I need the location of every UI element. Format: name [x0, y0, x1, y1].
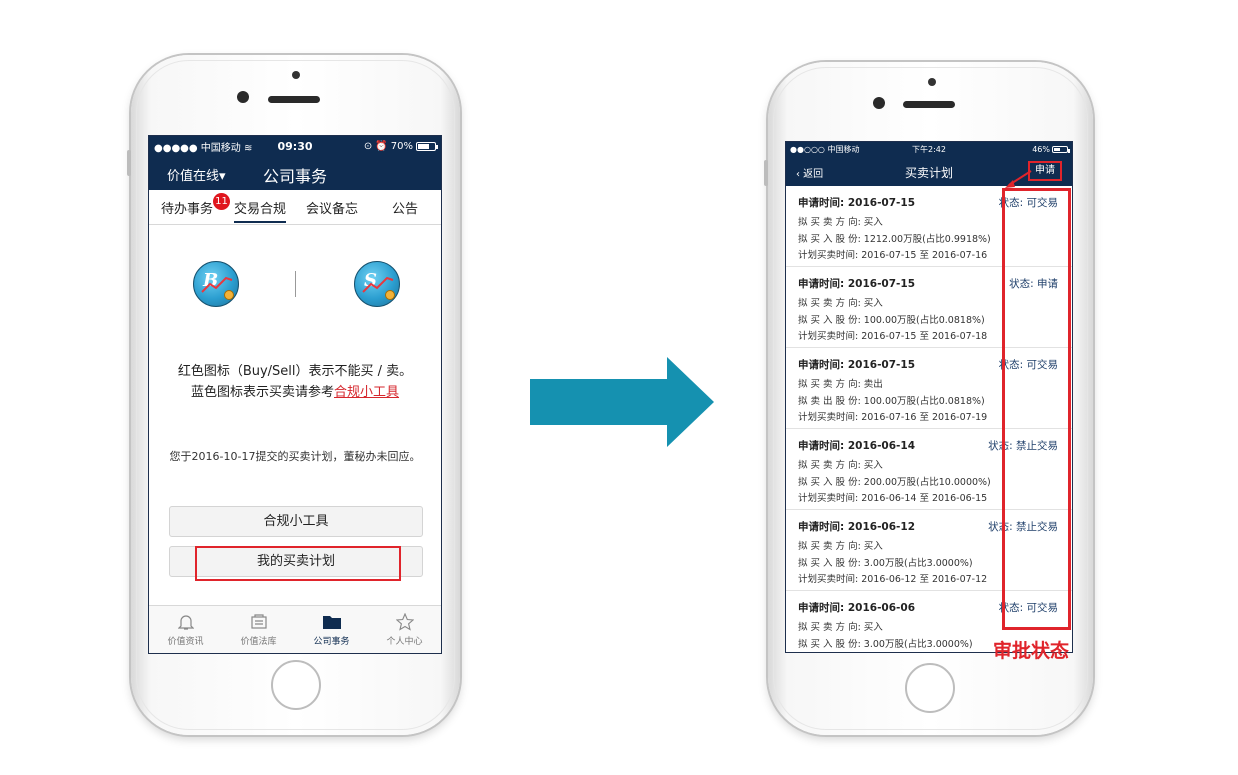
plan-period: 计划买卖时间: 2016-06-14 至 2016-06-15: [798, 493, 988, 504]
clock: 09:30: [277, 139, 313, 153]
apply-button[interactable]: 申请: [1028, 161, 1062, 181]
compliance-tool-link[interactable]: 合规小工具: [334, 385, 399, 400]
left-phone-speaker: [268, 96, 320, 103]
todo-count-badge: 11: [213, 193, 230, 210]
icon-divider: [295, 271, 296, 297]
plan-direction: 拟 买 卖 方 向: 买入: [798, 460, 883, 471]
compliance-tool-button[interactable]: 合规小工具: [169, 506, 423, 537]
tabbar-label-law: 价值法库: [240, 637, 277, 647]
tab-todo[interactable]: 待办事务: [161, 198, 213, 217]
plan-period: 计划买卖时间: 2016-07-15 至 2016-07-18: [798, 331, 988, 342]
plan-date: 申请时间: 2016-06-12: [798, 521, 916, 533]
library-icon: [222, 612, 295, 632]
approval-status-label: 审批状态: [993, 640, 1070, 662]
approval-status-highlight: [1002, 188, 1071, 630]
right-phone-camera: [873, 97, 885, 109]
tab-meeting-notes[interactable]: 会议备忘: [306, 198, 358, 217]
battery-icon: [416, 141, 438, 151]
left-phone-side-button: [127, 150, 131, 176]
status-bar: ●●○○○ 中国移动 下午2:42 46%: [786, 142, 1072, 157]
left-phone-home-button[interactable]: [271, 660, 321, 710]
plan-shares: 拟 买 入 股 份: 100.00万股(占比0.0818%): [798, 315, 985, 326]
bell-icon: [149, 612, 222, 632]
tabbar-label-profile: 个人中心: [386, 637, 423, 647]
plan-direction: 拟 买 卖 方 向: 卖出: [798, 379, 883, 390]
plan-direction: 拟 买 卖 方 向: 买入: [798, 217, 883, 228]
battery-icon: [1052, 146, 1070, 153]
page-title: 公司事务: [262, 167, 327, 186]
plan-shares: 拟 买 入 股 份: 3.00万股(占比3.0000%): [798, 639, 973, 650]
left-phone-camera: [237, 91, 249, 103]
plan-period: 计划买卖时间: 2016-06-12 至 2016-07-12: [798, 574, 988, 585]
right-phone-side-button: [764, 160, 768, 186]
plan-date: 申请时间: 2016-06-06: [798, 602, 916, 614]
icon-legend-blue: 蓝色图标表示买卖请参考合规小工具: [149, 382, 441, 403]
pointer-arrow-icon: [1005, 170, 1032, 188]
plan-shares: 拟 买 入 股 份: 200.00万股(占比10.0000%): [798, 477, 991, 488]
plan-period: 计划买卖时间: 2016-07-15 至 2016-07-16: [798, 250, 988, 261]
right-phone-sensor: [928, 78, 936, 86]
right-phone-speaker: [903, 101, 955, 108]
plan-notice: 您于2016-10-17提交的买卖计划，董秘办未回应。: [169, 450, 421, 463]
plan-direction: 拟 买 卖 方 向: 买入: [798, 298, 883, 309]
tabbar-label-company: 公司事务: [313, 637, 350, 647]
plan-period: 计划买卖时间: 2016-07-16 至 2016-07-19: [798, 412, 988, 423]
highlight-my-plan: [195, 546, 401, 581]
tabbar-label-news: 价值资讯: [167, 637, 204, 647]
buy-icon[interactable]: B: [193, 261, 239, 307]
tabbar-item-profile[interactable]: 个人中心: [368, 606, 441, 653]
status-bar: ●●●●● 中国移动 ≋ 09:30 ⊙ ⏰ 70%: [149, 136, 441, 156]
tab-announcements[interactable]: 公告: [392, 198, 418, 217]
tabbar-item-news[interactable]: 价值资讯: [149, 606, 222, 653]
right-phone-home-button[interactable]: [905, 663, 955, 713]
star-icon: [368, 612, 441, 632]
trade-icons-row: B S: [149, 261, 441, 311]
folder-icon: [295, 612, 368, 632]
plan-date: 申请时间: 2016-07-15: [798, 197, 916, 209]
tabbar-item-law[interactable]: 价值法库: [222, 606, 295, 653]
nav-bar: 价值在线▾ 公司事务: [149, 156, 441, 190]
bottom-tab-bar: 价值资讯 价值法库 公司事务 个人中心: [149, 605, 441, 653]
plan-shares: 拟 卖 出 股 份: 100.00万股(占比0.0818%): [798, 396, 985, 407]
icon-legend-red: 红色图标（Buy/Sell）表示不能买 / 卖。: [177, 364, 413, 379]
plan-shares: 拟 买 入 股 份: 1212.00万股(占比0.9918%): [798, 234, 991, 245]
plan-date: 申请时间: 2016-06-14: [798, 440, 916, 452]
tab-trade-compliance[interactable]: 交易合规: [234, 198, 287, 223]
plan-direction: 拟 买 卖 方 向: 买入: [798, 541, 883, 552]
flow-arrow-icon: [530, 357, 714, 447]
plan-date: 申请时间: 2016-07-15: [798, 278, 916, 290]
plan-shares: 拟 买 入 股 份: 3.00万股(占比3.0000%): [798, 558, 973, 569]
tabbar-item-company[interactable]: 公司事务: [295, 606, 368, 653]
sell-icon[interactable]: S: [354, 261, 400, 307]
plan-direction: 拟 买 卖 方 向: 买入: [798, 622, 883, 633]
left-phone-sensor: [292, 71, 300, 79]
tab-strip: 待办事务 11 交易合规 会议备忘 公告: [149, 190, 441, 225]
left-screen: ●●●●● 中国移动 ≋ 09:30 ⊙ ⏰ 70% 价值在线▾ 公司事务 待办…: [148, 135, 442, 654]
icon-legend-blue-text: 蓝色图标表示买卖请参考: [190, 385, 334, 400]
clock: 下午2:42: [912, 145, 946, 154]
plan-date: 申请时间: 2016-07-15: [798, 359, 916, 371]
